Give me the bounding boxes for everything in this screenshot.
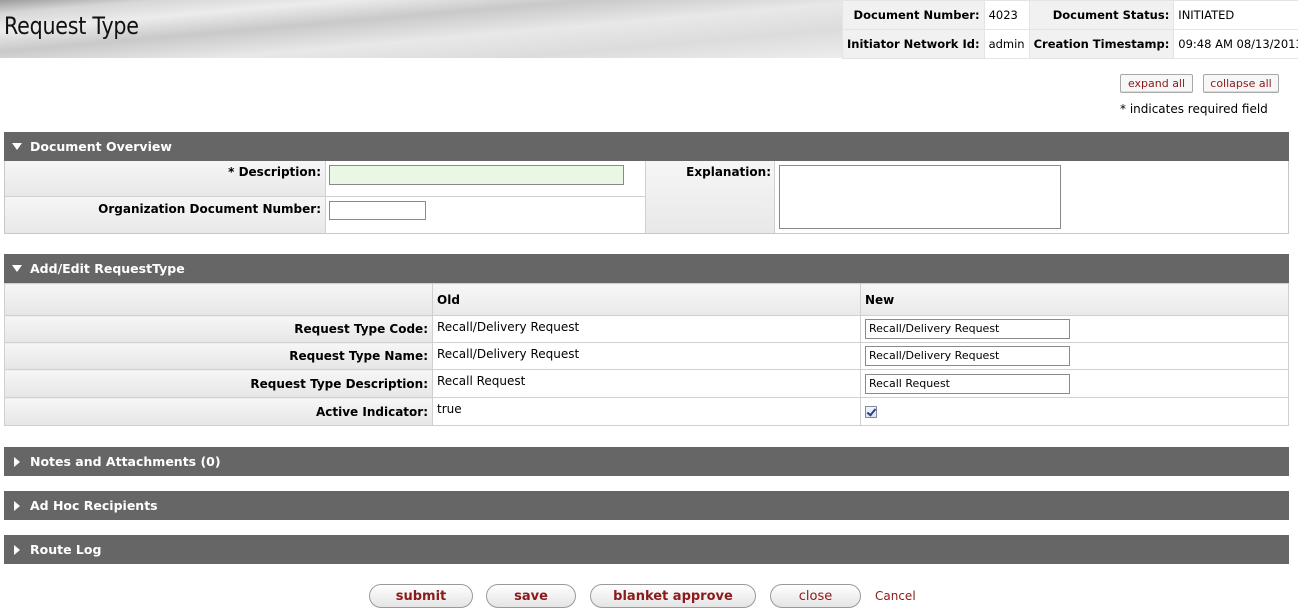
old-value: Recall Request — [432, 369, 861, 398]
doc-status-value: INITIATED — [1173, 0, 1298, 30]
submit-button[interactable]: submit — [369, 584, 473, 608]
expand-all-button[interactable]: expand all — [1120, 74, 1193, 93]
created-value: 09:48 AM 08/13/2013 — [1173, 29, 1298, 59]
doc-number-label: Document Number: — [842, 0, 985, 30]
section-add-edit-requesttype[interactable]: Add/Edit RequestType — [4, 254, 1289, 283]
section-title: Route Log — [30, 542, 102, 557]
section-title: Ad Hoc Recipients — [30, 498, 158, 513]
row-label: Active Indicator: — [4, 397, 433, 426]
collapse-arrow-icon — [4, 143, 30, 150]
section-document-overview[interactable]: Document Overview — [4, 132, 1289, 161]
table-row: Active Indicator: true — [4, 397, 1289, 426]
maintenance-table: Old New Request Type Code: Recall/Delive… — [4, 283, 1289, 426]
initiator-label: Initiator Network Id: — [842, 29, 985, 59]
save-button[interactable]: save — [486, 584, 576, 608]
created-label: Creation Timestamp: — [1028, 29, 1175, 59]
section-notes-attachments[interactable]: Notes and Attachments (0) — [4, 447, 1289, 476]
expand-arrow-icon — [4, 500, 30, 511]
section-route-log[interactable]: Route Log — [4, 535, 1289, 564]
new-column-header: New — [860, 283, 1289, 316]
required-field-note: * indicates required field — [1120, 102, 1268, 116]
expand-arrow-icon — [4, 544, 30, 555]
section-title: Add/Edit RequestType — [30, 261, 185, 276]
table-row: Request Type Description: Recall Request… — [4, 369, 1289, 398]
row-label: Request Type Code: — [4, 315, 433, 343]
explanation-label: Explanation: — [686, 165, 771, 179]
page-header: Request Type Document Number: 4023 Docum… — [0, 0, 1298, 59]
section-title: Document Overview — [30, 139, 172, 154]
request-type-name-input[interactable]: Recall/Delivery Request — [865, 346, 1070, 366]
doc-number-value: 4023 — [983, 0, 1030, 30]
initiator-value: admin — [983, 29, 1030, 59]
description-label: * Description: — [228, 165, 321, 179]
old-value: true — [432, 397, 861, 426]
request-type-code-input[interactable]: Recall/Delivery Request — [865, 319, 1070, 339]
request-type-description-input[interactable]: Recall Request — [865, 373, 1070, 394]
active-indicator-checkbox[interactable] — [865, 406, 877, 418]
section-title: Notes and Attachments (0) — [30, 454, 221, 469]
old-value: Recall/Delivery Request — [432, 342, 861, 370]
row-label: Request Type Description: — [4, 369, 433, 398]
table-row: Request Type Name: Recall/Delivery Reque… — [4, 342, 1289, 370]
explanation-textarea[interactable] — [779, 165, 1061, 229]
cancel-link[interactable]: Cancel — [875, 589, 916, 603]
doc-status-label: Document Status: — [1028, 0, 1175, 30]
collapse-arrow-icon — [4, 265, 30, 272]
description-input[interactable] — [329, 165, 624, 185]
old-value: Recall/Delivery Request — [432, 315, 861, 343]
document-info-table: Document Number: 4023 Document Status: I… — [842, 0, 1298, 59]
blanket-approve-button[interactable]: blanket approve — [590, 584, 756, 608]
collapse-all-button[interactable]: collapse all — [1203, 74, 1279, 93]
old-column-header: Old — [432, 283, 861, 316]
org-doc-number-label: Organization Document Number: — [98, 202, 321, 216]
page-title: Request Type — [4, 12, 139, 40]
table-row: Request Type Code: Recall/Delivery Reque… — [4, 315, 1289, 343]
close-button[interactable]: close — [770, 584, 861, 608]
row-label: Request Type Name: — [4, 342, 433, 370]
org-doc-number-input[interactable] — [329, 201, 426, 220]
section-ad-hoc-recipients[interactable]: Ad Hoc Recipients — [4, 491, 1289, 520]
expand-arrow-icon — [4, 456, 30, 467]
document-overview-panel: * Description: Organization Document Num… — [4, 161, 1289, 234]
